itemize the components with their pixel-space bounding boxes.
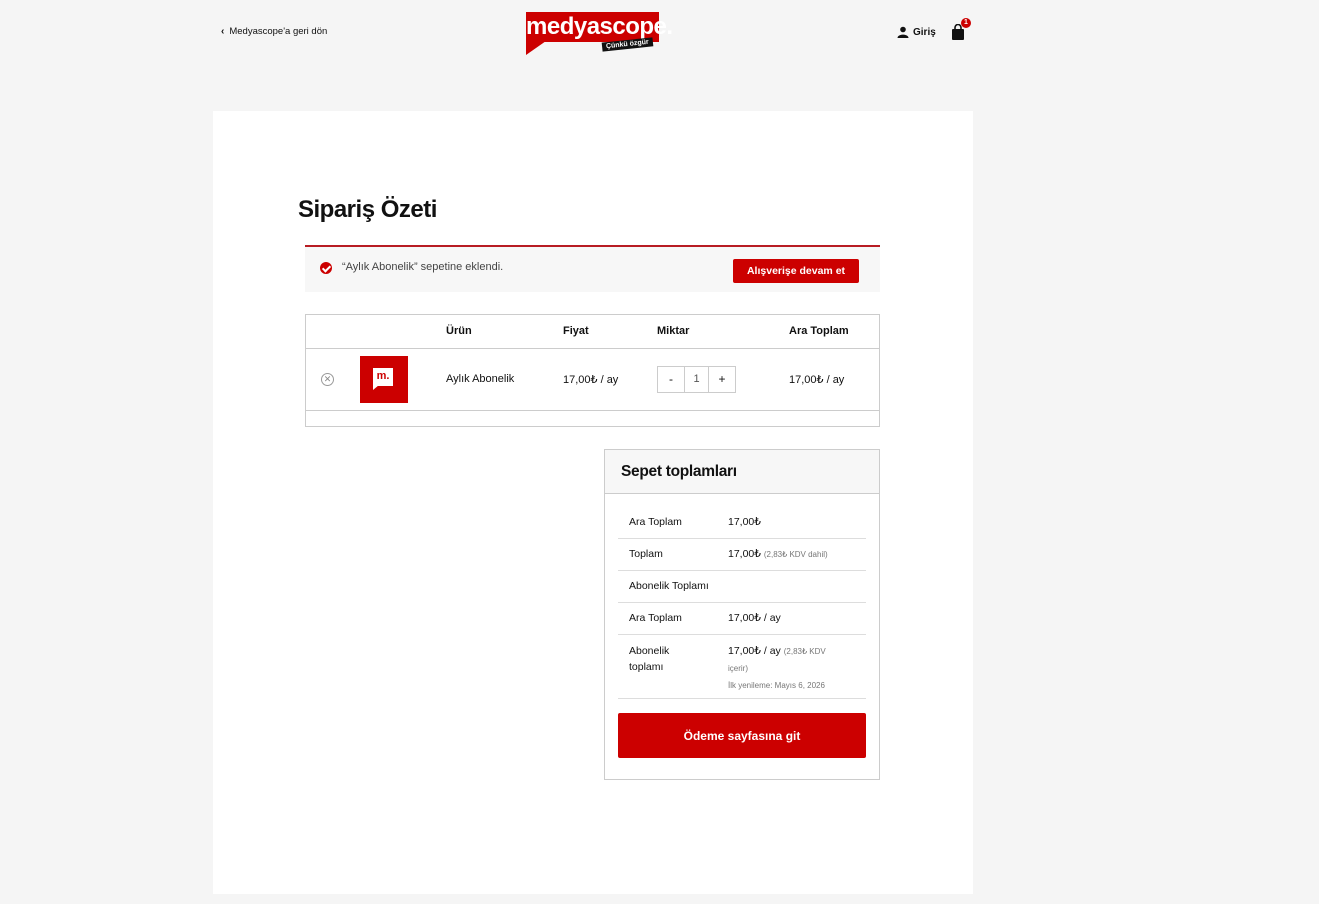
continue-shopping-button[interactable]: Alışverişe devam et [733,259,859,283]
subtotal-value: 17,00₺ [728,516,761,528]
quantity-increase-button[interactable]: + [709,367,735,392]
back-link-label: Medyascope'a geri dön [229,26,328,37]
header-subtotal: Ara Toplam [789,325,849,337]
remove-item-icon[interactable]: ✕ [321,373,334,386]
header-price: Fiyat [563,325,589,337]
subscription-heading: Abonelik Toplamı [629,580,709,592]
page-title: Sipariş Özeti [298,196,437,223]
subtotal-row: Ara Toplam 17,00₺ [618,507,866,539]
product-thumbnail-logo: m. [373,368,393,390]
product-thumbnail[interactable]: m. [360,356,408,403]
recurring-subtotal-value: 17,00₺ / ay [728,612,781,624]
subscription-heading-row: Abonelik Toplamı [618,571,866,603]
first-renewal-date: İlk yenileme: Mayıs 6, 2026 [728,681,825,690]
recurring-total-label-line1: Abonelik [629,645,670,657]
recurring-total-row: Abonelik toplamı 17,00₺ / ay (2,83₺ KDV … [618,635,866,699]
cart-totals-header: Sepet toplamları [605,450,879,494]
site-logo[interactable]: medyascope. Çünkü özgür [526,12,673,56]
user-icon [897,26,909,38]
check-circle-icon [320,262,332,274]
cart-table: Ürün Fiyat Miktar Ara Toplam ✕ m. Aylık … [305,314,880,427]
total-value: 17,00₺ [728,548,761,560]
total-label: Toplam [629,548,663,560]
notice-message: “Aylık Abonelik” sepetine eklendi. [342,261,504,273]
table-header-row: Ürün Fiyat Miktar Ara Toplam [306,315,879,349]
cart-notice: “Aylık Abonelik” sepetine eklendi. Alışv… [305,245,880,292]
product-subtotal: 17,00₺ / ay [789,374,845,386]
header-product: Ürün [446,325,472,337]
cart-totals-panel: Sepet toplamları Ara Toplam 17,00₺ Topla… [604,449,880,780]
quantity-stepper: - 1 + [657,366,736,393]
proceed-to-checkout-button[interactable]: Ödeme sayfasına git [618,713,866,758]
recurring-total-value: 17,00₺ / ay [728,645,781,657]
logo-speech-tail [526,41,546,55]
product-name-link[interactable]: Aylık Abonelik [446,373,514,385]
subtotal-label: Ara Toplam [629,516,682,528]
recurring-subtotal-label: Ara Toplam [629,612,682,624]
back-to-site-link[interactable]: ‹ Medyascope'a geri dön [221,26,327,37]
recurring-subtotal-row: Ara Toplam 17,00₺ / ay [618,603,866,635]
quantity-decrease-button[interactable]: - [658,367,684,392]
cart-count-badge: 1 [961,18,971,28]
login-label: Giriş [913,26,936,38]
cart-totals-title: Sepet toplamları [621,463,737,480]
logo-wordmark: medyascope. [526,12,673,42]
table-row: ✕ m. Aylık Abonelik 17,00₺ / ay - 1 + 17… [306,349,879,411]
cart-button[interactable]: 1 [951,18,971,42]
recurring-total-note-1: (2,83₺ KDV [783,647,826,656]
total-tax-note: (2,83₺ KDV dahil) [763,550,828,559]
recurring-total-label-line2: toplamı [629,661,664,673]
quantity-input[interactable]: 1 [684,367,709,392]
product-price: 17,00₺ / ay [563,374,619,386]
login-link[interactable]: Giriş [897,26,936,38]
site-header: ‹ Medyascope'a geri dön medyascope. Çünk… [0,0,1319,70]
chevron-left-icon: ‹ [221,25,225,37]
recurring-total-note-2: içerir) [728,664,748,673]
header-quantity: Miktar [657,325,690,337]
total-row: Toplam 17,00₺ (2,83₺ KDV dahil) [618,539,866,571]
